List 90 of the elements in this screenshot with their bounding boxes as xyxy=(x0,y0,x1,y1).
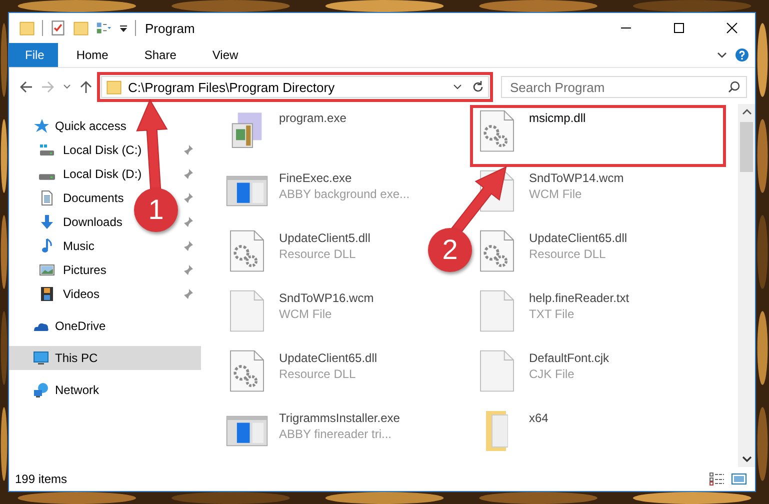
file-name: TrigrammsInstaller.exe xyxy=(279,411,400,425)
file-name: UpdateClient5.dll xyxy=(279,231,370,245)
pin-icon[interactable] xyxy=(183,193,193,203)
file-item[interactable]: msicmp.dll xyxy=(471,106,725,166)
ribbon-tab[interactable]: View xyxy=(194,43,256,67)
file-name: program.exe xyxy=(279,111,346,125)
file-item[interactable]: x64 xyxy=(471,406,554,462)
window-title: Program xyxy=(145,20,196,36)
file-item[interactable]: TrigrammsInstaller.exe ABBY finereader tri... xyxy=(221,406,406,462)
back-arrow-icon[interactable] xyxy=(19,80,33,94)
file-name: msicmp.dll xyxy=(529,111,586,125)
file-type: Resource DLL xyxy=(279,367,357,381)
sidebar-item[interactable]: Local Disk (D:) xyxy=(9,162,146,186)
file-name: SndToWP16.wcm xyxy=(279,291,374,305)
help-icon[interactable] xyxy=(735,48,749,62)
file-item[interactable]: SndToWP16.wcm WCM File xyxy=(221,286,380,342)
sidebar-item[interactable]: Videos xyxy=(9,282,104,306)
file-type: ABBY finereader tri... xyxy=(279,427,392,441)
file-item[interactable]: FineExec.exe ABBY background exe... xyxy=(221,166,416,222)
file-name: SndToWP14.wcm xyxy=(529,171,624,185)
dropdown-arrow-icon[interactable] xyxy=(119,24,128,32)
sidebar-item[interactable]: This PC xyxy=(9,346,201,370)
scrollbar[interactable] xyxy=(738,104,755,467)
chevron-icon[interactable] xyxy=(63,84,71,90)
folder-icon xyxy=(19,20,35,36)
ribbon-tab[interactable]: Home xyxy=(58,43,126,67)
search-icon xyxy=(728,81,740,93)
new-folder-icon xyxy=(73,20,89,36)
file-name: x64 xyxy=(529,411,548,425)
file-item[interactable]: UpdateClient5.dll Resource DLL xyxy=(221,226,376,282)
file-type: Resource DLL xyxy=(529,247,607,261)
sidebar-item[interactable]: Local Disk (C:) xyxy=(9,138,146,162)
network-icon xyxy=(33,382,49,398)
download-arrow-icon xyxy=(39,214,55,230)
file-name: UpdateClient65.dll xyxy=(529,231,628,245)
close-icon[interactable] xyxy=(726,22,738,34)
file-type: CJK File xyxy=(529,367,576,381)
chevron-icon[interactable] xyxy=(453,84,462,90)
drive-icon xyxy=(39,142,55,158)
large-icons-view-icon[interactable] xyxy=(731,472,747,486)
music-note-icon xyxy=(39,238,55,254)
pin-icon[interactable] xyxy=(183,289,193,299)
file-item[interactable]: program.exe xyxy=(221,106,352,162)
up-arrow-icon[interactable] xyxy=(79,80,93,94)
properties-icon[interactable] xyxy=(50,20,66,36)
search-field[interactable]: Search Program xyxy=(501,76,747,98)
view-options-icon[interactable] xyxy=(96,20,112,36)
sidebar-item[interactable]: Music xyxy=(9,234,98,258)
file-name: help.fineReader.txt xyxy=(529,291,630,305)
file-name: DefaultFont.cjk xyxy=(529,351,610,365)
file-type: TXT File xyxy=(529,307,576,321)
scroll-down-icon[interactable] xyxy=(742,455,752,463)
file-type: ABBY background exe... xyxy=(279,187,410,201)
ribbon-tab[interactable]: Share xyxy=(126,43,194,67)
file-name: UpdateClient65.dll xyxy=(279,351,378,365)
file-type: Resource DLL xyxy=(279,247,357,261)
file-type: WCM File xyxy=(529,187,583,201)
sidebar-item[interactable]: Network xyxy=(9,378,201,402)
details-view-icon[interactable] xyxy=(709,472,725,486)
pin-icon[interactable] xyxy=(183,217,193,227)
sidebar-item[interactable]: Downloads xyxy=(9,210,126,234)
film-icon xyxy=(39,286,55,302)
folder-icon xyxy=(106,79,122,95)
document-icon xyxy=(39,190,55,206)
scroll-thumb[interactable] xyxy=(740,122,753,172)
pin-icon[interactable] xyxy=(183,265,193,275)
refresh-icon[interactable] xyxy=(472,81,484,93)
drive-icon xyxy=(39,174,55,180)
ribbon-tab[interactable]: File xyxy=(9,43,58,67)
sidebar-item[interactable]: OneDrive xyxy=(9,314,201,338)
item-count: 199 items xyxy=(15,472,68,486)
sidebar-item[interactable]: Pictures xyxy=(9,258,110,282)
file-item[interactable]: DefaultFont.cjk CJK File xyxy=(471,346,616,402)
pin-icon[interactable] xyxy=(183,169,193,179)
maximize-icon[interactable] xyxy=(673,22,685,34)
file-type: WCM File xyxy=(279,307,333,321)
folder-icon xyxy=(486,411,508,451)
sidebar-item[interactable]: Documents xyxy=(9,186,128,210)
chevron-icon[interactable] xyxy=(717,51,727,59)
scroll-up-icon[interactable] xyxy=(742,108,752,116)
pin-icon[interactable] xyxy=(183,145,193,155)
sidebar-item[interactable]: Quick access xyxy=(9,114,201,138)
file-name: FineExec.exe xyxy=(279,171,353,185)
pin-icon[interactable] xyxy=(183,241,193,251)
star-icon xyxy=(33,118,49,134)
file-item[interactable]: UpdateClient65.dll Resource DLL xyxy=(221,346,384,402)
file-item[interactable]: help.fineReader.txt TXT File xyxy=(471,286,636,342)
monitor-icon xyxy=(33,350,49,366)
pictures-icon xyxy=(39,262,55,278)
file-item[interactable]: UpdateClient65.dll Resource DLL xyxy=(471,226,634,282)
